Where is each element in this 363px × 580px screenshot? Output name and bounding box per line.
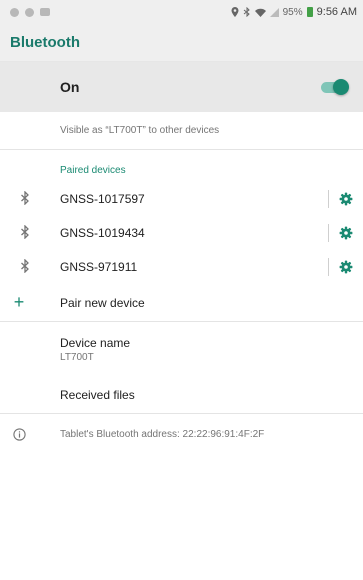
bluetooth-icon: [0, 257, 60, 276]
info-icon: [0, 427, 60, 441]
device-name-row[interactable]: Device name LT700T: [0, 322, 363, 376]
bluetooth-toggle[interactable]: [319, 79, 349, 95]
status-bar: 95% 9:56 AM: [0, 0, 363, 24]
app-notification-icon: [10, 7, 19, 17]
battery-percent: 95%: [282, 6, 303, 18]
received-files-row[interactable]: Received files: [0, 376, 363, 414]
bluetooth-address-text: Tablet's Bluetooth address: 22:22:96:91:…: [60, 428, 265, 440]
gear-icon[interactable]: [329, 260, 363, 274]
gear-icon[interactable]: [329, 192, 363, 206]
paired-devices-header: Paired devices: [60, 165, 126, 176]
visibility-text: Visible as “LT700T” to other devices: [0, 112, 363, 150]
master-switch-label: On: [60, 79, 80, 95]
device-name: GNSS-971911: [60, 260, 138, 274]
image-icon: [40, 8, 50, 16]
wifi-icon: [254, 8, 266, 17]
bluetooth-icon: [0, 223, 60, 242]
battery-icon: [306, 7, 313, 17]
pair-new-device-row[interactable]: + Pair new device: [0, 284, 363, 322]
signal-icon: [269, 7, 279, 17]
location-icon: [231, 7, 239, 17]
paired-device-row[interactable]: GNSS-971911: [0, 250, 363, 284]
bluetooth-master-switch-row[interactable]: On: [0, 62, 363, 112]
toggle-thumb: [333, 79, 349, 95]
notification-icons: [10, 7, 50, 17]
device-name-title: Device name: [60, 335, 131, 350]
bluetooth-icon: [243, 7, 250, 17]
paired-device-row[interactable]: GNSS-1017597: [0, 182, 363, 216]
app-notification-icon: [25, 7, 34, 17]
clock: 9:56 AM: [316, 6, 357, 18]
system-icons: 95% 9:56 AM: [231, 6, 357, 18]
device-name: GNSS-1019434: [60, 226, 145, 240]
device-name: GNSS-1017597: [60, 192, 145, 206]
paired-device-row[interactable]: GNSS-1019434: [0, 216, 363, 250]
device-name-value: LT700T: [60, 351, 94, 363]
bluetooth-icon: [0, 189, 60, 208]
pair-new-device-label: Pair new device: [60, 295, 145, 310]
app-bar: Bluetooth: [0, 24, 363, 62]
page-title: Bluetooth: [10, 34, 80, 51]
gear-icon[interactable]: [329, 226, 363, 240]
plus-icon: +: [13, 292, 25, 312]
bluetooth-address-row: Tablet's Bluetooth address: 22:22:96:91:…: [0, 414, 363, 454]
